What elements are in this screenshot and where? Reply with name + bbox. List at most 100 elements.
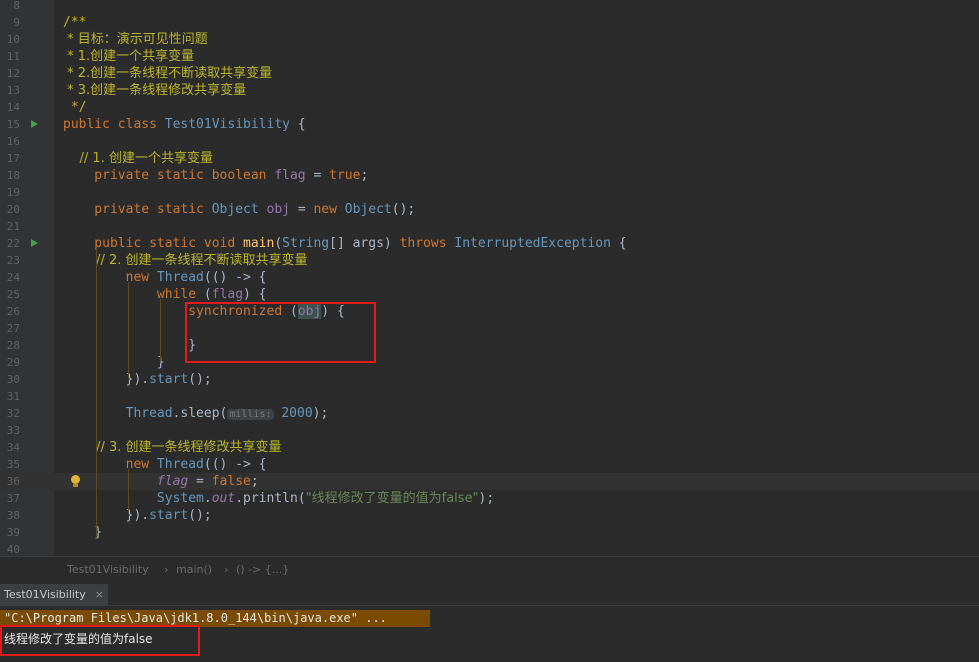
code-token: Thread <box>156 457 204 472</box>
run-panel: Test01Visibility × "C:\Program Files\Jav… <box>0 584 979 662</box>
code-text: private static Object obj = new Object()… <box>63 201 415 218</box>
code-line[interactable]: 14 */ <box>0 99 979 116</box>
code-token: * 3.创建一条线程修改共享变量 <box>63 83 247 98</box>
line-number: 10 <box>6 33 20 46</box>
code-text: flag = false; <box>63 473 259 490</box>
run-tab[interactable]: Test01Visibility × <box>0 584 108 606</box>
code-token: [] args) <box>329 236 400 251</box>
code-line[interactable]: 30 }).start(); <box>0 371 979 388</box>
close-icon[interactable]: × <box>95 584 104 606</box>
code-token: ) { <box>243 287 267 302</box>
code-token: public static void <box>63 236 244 251</box>
code-line[interactable]: 39 } <box>0 524 979 541</box>
code-token: 2000 <box>281 406 313 421</box>
code-text: * 2.创建一条线程不断读取共享变量 <box>63 65 272 82</box>
code-token: new <box>63 457 157 472</box>
indent-guide <box>128 282 129 378</box>
code-token: new <box>313 202 345 217</box>
code-line[interactable]: 10 * 目标：演示可见性问题 <box>0 31 979 48</box>
code-token: { <box>610 236 627 251</box>
line-number: 11 <box>6 50 20 63</box>
breadcrumb-lambda[interactable]: () -> {...} <box>236 557 289 583</box>
line-number: 33 <box>6 424 20 437</box>
breadcrumb-method[interactable]: main() <box>176 557 212 583</box>
code-token: ); <box>312 406 329 421</box>
line-number: 28 <box>6 339 20 352</box>
code-token: (); <box>391 202 416 217</box>
code-token: while <box>63 287 204 302</box>
code-line[interactable]: 19 <box>0 184 979 201</box>
line-number: 36 <box>6 475 20 488</box>
breadcrumb-class[interactable]: Test01Visibility <box>67 557 149 583</box>
code-line[interactable]: 11 * 1.创建一个共享变量 <box>0 48 979 65</box>
line-number: 21 <box>6 220 20 233</box>
code-editor[interactable]: 8 9/** 10 * 目标：演示可见性问题 11 * 1.创建一个共享变量 12 * … <box>0 0 979 556</box>
indent-guide <box>96 248 97 538</box>
code-text: }).start(); <box>63 371 212 388</box>
line-number: 16 <box>6 135 20 148</box>
code-text: } <box>63 354 165 371</box>
code-text: } <box>63 337 196 354</box>
code-token: start <box>149 372 189 387</box>
run-gutter-icon[interactable] <box>31 239 38 247</box>
code-line[interactable]: 33 <box>0 422 979 439</box>
line-number: 26 <box>6 305 20 318</box>
code-token: String <box>282 236 330 251</box>
code-token: . <box>203 491 212 506</box>
code-token: private static boolean <box>63 168 275 183</box>
code-text: private static boolean flag = true; <box>63 167 368 184</box>
code-line[interactable]: 38 }).start(); <box>0 507 979 524</box>
run-gutter-icon[interactable] <box>31 120 38 128</box>
code-text: }).start(); <box>63 507 212 524</box>
code-line[interactable]: 20 private static Object obj = new Objec… <box>0 201 979 218</box>
code-token: Thread <box>156 270 204 285</box>
code-token: true <box>329 168 361 183</box>
line-number: 9 <box>13 16 20 29</box>
code-text: public class Test01Visibility { <box>63 116 306 133</box>
code-line[interactable]: 18 private static boolean flag = true; <box>0 167 979 184</box>
code-token: (); <box>188 372 212 387</box>
code-line[interactable]: 26 synchronized (obj) { <box>0 303 979 320</box>
code-line[interactable]: 9 /** <box>0 14 979 31</box>
line-number: 39 <box>6 526 20 539</box>
code-token: // 1. 创建一个共享变量 <box>63 151 213 166</box>
code-line[interactable]: 24 new Thread(() -> { <box>0 269 979 286</box>
code-token: * 目标：演示可见性问题 <box>63 32 208 47</box>
code-line[interactable]: 36 flag = false; <box>0 473 979 490</box>
code-token: .println( <box>235 491 306 506</box>
code-line[interactable]: 40 <box>0 541 979 556</box>
code-token: Object <box>344 202 392 217</box>
code-line[interactable]: 13 * 3.创建一条线程修改共享变量 <box>0 82 979 99</box>
code-line[interactable]: 27 <box>0 320 979 337</box>
line-number: 18 <box>6 169 20 182</box>
code-line[interactable]: 29 } <box>0 354 979 371</box>
code-token: flag <box>63 474 189 489</box>
code-line[interactable]: 21 <box>0 218 979 235</box>
code-token: InterruptedException <box>454 236 611 251</box>
code-line[interactable]: 35 new Thread(() -> { <box>0 456 979 473</box>
code-line[interactable]: 28 } <box>0 337 979 354</box>
code-token: (); <box>188 508 212 523</box>
code-line[interactable]: 22 public static void main(String[] args… <box>0 235 979 252</box>
code-line[interactable]: 16 <box>0 133 979 150</box>
code-line[interactable]: 12 * 2.创建一条线程不断读取共享变量 <box>0 65 979 82</box>
breadcrumb-separator: › <box>164 563 169 576</box>
code-line[interactable]: 25 while (flag) { <box>0 286 979 303</box>
code-token: (() -> { <box>203 457 267 472</box>
code-line[interactable]: 15 public class Test01Visibility { <box>0 116 979 133</box>
code-token: start <box>149 508 189 523</box>
code-line[interactable]: 23 // 2. 创建一条线程不断读取共享变量 <box>0 252 979 269</box>
code-line[interactable]: 32 Thread.sleep(millis: 2000); <box>0 405 979 422</box>
code-line[interactable]: 17 // 1. 创建一个共享变量 <box>0 150 979 167</box>
code-token: .sleep( <box>172 406 228 421</box>
code-text: Thread.sleep(millis: 2000); <box>63 405 329 423</box>
code-token: throws <box>399 236 455 251</box>
code-line[interactable]: 37 System.out.println("线程修改了变量的值为false")… <box>0 490 979 507</box>
code-token: } <box>63 338 197 353</box>
code-line[interactable]: 34 // 3. 创建一条线程修改共享变量 <box>0 439 979 456</box>
code-text: new Thread(() -> { <box>63 456 267 473</box>
code-text: public static void main(String[] args) t… <box>63 235 627 252</box>
line-number: 23 <box>6 254 20 267</box>
code-line[interactable]: 31 <box>0 388 979 405</box>
code-line[interactable]: 8 <box>0 0 979 14</box>
